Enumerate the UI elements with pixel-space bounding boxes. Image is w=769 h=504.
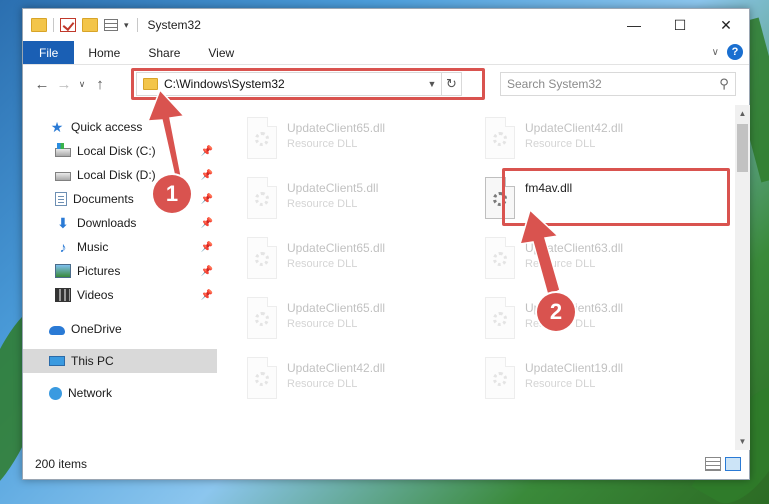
dll-file-icon	[485, 297, 515, 339]
item-count: 200 items	[35, 457, 88, 471]
tab-file[interactable]: File	[23, 41, 75, 64]
large-icons-view-icon[interactable]	[725, 457, 741, 471]
star-icon: ★	[50, 119, 64, 135]
download-icon: ⬇	[57, 215, 69, 231]
sidebar-item-pictures[interactable]: Pictures 📌	[23, 259, 217, 283]
up-arrow-icon[interactable]: ↑	[89, 76, 111, 93]
sidebar-item-videos[interactable]: Videos 📌	[23, 283, 217, 307]
file-item[interactable]: UpdateClient65.dll Resource DLL	[219, 111, 439, 169]
ribbon-tabs: File Home Share View ∨ ?	[23, 41, 749, 65]
gear-icon	[255, 372, 269, 386]
gear-icon	[255, 252, 269, 266]
dll-file-icon	[485, 237, 515, 279]
search-input[interactable]	[507, 77, 713, 91]
folder-icon	[31, 18, 47, 32]
tab-home[interactable]: Home	[74, 41, 134, 64]
quick-access-toolbar: ▾	[23, 18, 129, 32]
window-title: System32	[147, 18, 201, 32]
sidebar-item-local-disk-c[interactable]: Local Disk (C:) 📌	[23, 139, 217, 163]
status-bar: 200 items	[23, 449, 749, 479]
drive-icon	[55, 142, 71, 157]
maximize-button[interactable]: ☐	[657, 9, 703, 41]
sidebar-item-this-pc[interactable]: This PC	[23, 349, 217, 373]
drive-icon	[55, 171, 71, 181]
search-box[interactable]: ⚲	[500, 72, 736, 96]
music-icon: ♪	[59, 239, 67, 255]
file-item[interactable]: UpdateClient5.dll Resource DLL	[219, 171, 439, 229]
gear-icon	[493, 372, 507, 386]
computer-icon	[49, 356, 65, 366]
forward-arrow-icon[interactable]: →	[53, 76, 75, 93]
pin-icon[interactable]: 📌	[201, 218, 213, 229]
highlight-box-address	[131, 68, 485, 100]
vertical-scrollbar[interactable]: ▲ ▼	[735, 105, 750, 450]
tab-view[interactable]: View	[194, 41, 248, 64]
close-button[interactable]: ✕	[703, 9, 749, 41]
gear-icon	[255, 312, 269, 326]
file-item[interactable]: UpdateClient19.dll Resource DLL	[457, 351, 677, 409]
navigation-pane: ★ Quick access Local Disk (C:) 📌 Local D…	[23, 105, 217, 450]
recent-locations-icon[interactable]: ∨	[75, 79, 89, 90]
customize-toolbar-icon[interactable]	[104, 19, 118, 31]
step-badge-1: 1	[153, 175, 191, 213]
dll-file-icon	[247, 177, 277, 219]
dll-file-icon	[485, 117, 515, 159]
gear-icon	[255, 192, 269, 206]
scrollbar-thumb[interactable]	[737, 124, 748, 172]
dll-file-icon	[247, 237, 277, 279]
pin-icon[interactable]: 📌	[201, 242, 213, 253]
gear-icon	[493, 252, 507, 266]
help-icon[interactable]: ?	[727, 44, 743, 60]
details-view-icon[interactable]	[705, 457, 721, 471]
minimize-button[interactable]: —	[611, 9, 657, 41]
videos-icon	[55, 288, 71, 302]
dll-file-icon	[247, 297, 277, 339]
file-item[interactable]: UpdateClient65.dll Resource DLL	[219, 291, 439, 349]
highlight-box-file	[502, 168, 730, 226]
sidebar-item-downloads[interactable]: ⬇ Downloads 📌	[23, 211, 217, 235]
new-folder-icon[interactable]	[82, 18, 98, 32]
dll-file-icon	[485, 357, 515, 399]
gear-icon	[493, 132, 507, 146]
dll-file-icon	[247, 117, 277, 159]
file-item[interactable]: UpdateClient63.dllResource DLL	[457, 231, 677, 289]
search-icon[interactable]: ⚲	[713, 76, 735, 92]
scroll-up-icon[interactable]: ▲	[735, 105, 750, 122]
pictures-icon	[55, 264, 71, 278]
sidebar-item-quick-access[interactable]: ★ Quick access	[23, 115, 217, 139]
file-item[interactable]: UpdateClient65.dll Resource DLL	[219, 231, 439, 289]
sidebar-item-music[interactable]: ♪ Music 📌	[23, 235, 217, 259]
back-arrow-icon[interactable]: ←	[31, 76, 53, 93]
file-item[interactable]: UpdateClient42.dll Resource DLL	[219, 351, 439, 409]
pin-icon[interactable]: 📌	[201, 146, 213, 157]
file-explorer-window: ▾ System32 — ☐ ✕ File Home Share View ∨ …	[22, 8, 750, 480]
tab-share[interactable]: Share	[134, 41, 194, 64]
expand-ribbon-icon[interactable]: ∨	[712, 47, 719, 58]
scroll-down-icon[interactable]: ▼	[735, 433, 750, 450]
pin-icon[interactable]: 📌	[201, 194, 213, 205]
file-item[interactable]: UpdateClient42.dll Resource DLL	[457, 111, 677, 169]
dll-file-icon	[247, 357, 277, 399]
pin-icon[interactable]: 📌	[201, 266, 213, 277]
pin-icon[interactable]: 📌	[201, 170, 213, 181]
pin-icon[interactable]: 📌	[201, 290, 213, 301]
sidebar-item-network[interactable]: Network	[23, 381, 217, 405]
navigation-bar: ← → ∨ ↑ C:\Windows\System32 ▼ ↻ ⚲	[23, 65, 749, 103]
gear-icon	[493, 312, 507, 326]
window-controls: — ☐ ✕	[611, 9, 749, 41]
toolbar-dropdown-icon[interactable]: ▾	[124, 20, 129, 31]
properties-icon[interactable]	[60, 18, 76, 32]
file-list: UpdateClient65.dll Resource DLL UpdateCli…	[219, 105, 735, 450]
title-bar: ▾ System32 — ☐ ✕	[23, 9, 749, 41]
cloud-icon	[49, 326, 65, 335]
step-badge-2: 2	[537, 293, 575, 331]
sidebar-item-onedrive[interactable]: OneDrive	[23, 317, 217, 341]
documents-icon	[55, 192, 67, 206]
network-icon	[49, 386, 62, 400]
gear-icon	[255, 132, 269, 146]
